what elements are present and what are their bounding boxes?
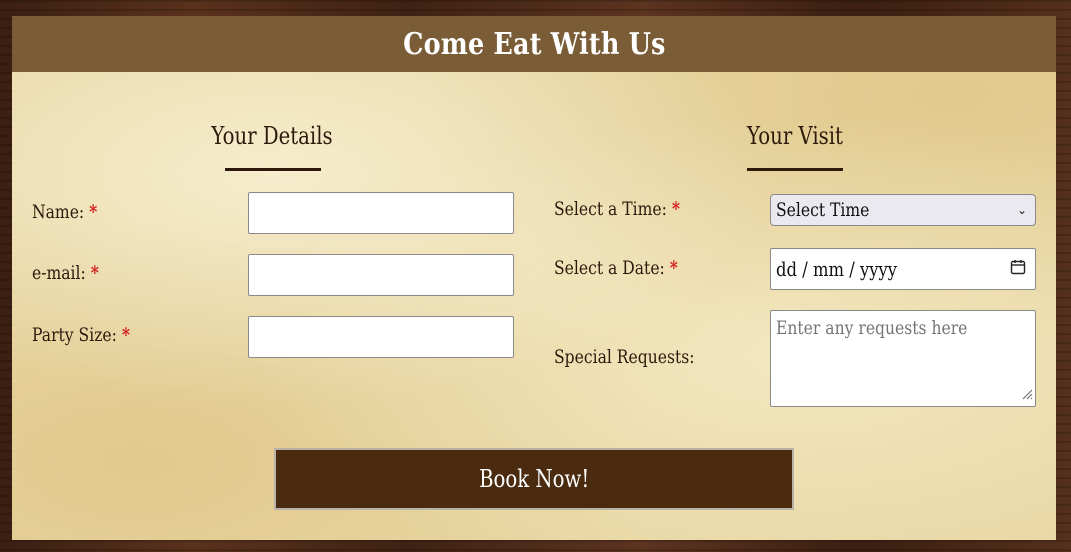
your-details-underline: [225, 168, 321, 171]
required-marker: *: [121, 324, 130, 346]
email-label: e-mail: *: [32, 262, 99, 284]
name-label: Name: *: [32, 201, 98, 223]
calendar-icon[interactable]: [1010, 259, 1026, 279]
your-visit-heading: Your Visit: [747, 122, 843, 150]
party-size-label: Party Size: *: [32, 324, 130, 346]
requests-label: Special Requests:: [554, 346, 695, 368]
your-details-heading: Your Details: [211, 122, 333, 150]
required-marker: *: [89, 201, 98, 223]
requests-placeholder: Enter any requests here: [776, 317, 968, 339]
party-size-input[interactable]: [248, 316, 514, 358]
email-input[interactable]: [248, 254, 514, 296]
time-select[interactable]: Select Time ⌄: [770, 194, 1036, 226]
page-title: Come Eat With Us: [402, 26, 666, 62]
required-marker: *: [90, 262, 99, 284]
your-visit-underline: [747, 168, 843, 171]
required-marker: *: [669, 257, 678, 279]
chevron-down-icon: ⌄: [1016, 203, 1027, 217]
header-bar: Come Eat With Us: [12, 16, 1056, 72]
name-input[interactable]: [248, 192, 514, 234]
booking-card: Come Eat With Us Your Details Name: * e-…: [12, 16, 1056, 540]
time-select-value: Select Time: [776, 199, 870, 221]
date-input[interactable]: dd / mm / yyyy: [770, 248, 1036, 290]
book-now-label: Book Now!: [478, 465, 590, 493]
time-label: Select a Time: *: [554, 198, 681, 220]
book-now-button[interactable]: Book Now!: [274, 448, 794, 510]
required-marker: *: [671, 198, 681, 220]
date-label: Select a Date: *: [554, 257, 678, 279]
resize-grip-icon[interactable]: [1021, 385, 1033, 404]
date-input-placeholder: dd / mm / yyyy: [776, 257, 898, 281]
special-requests-textarea[interactable]: Enter any requests here: [770, 310, 1036, 407]
